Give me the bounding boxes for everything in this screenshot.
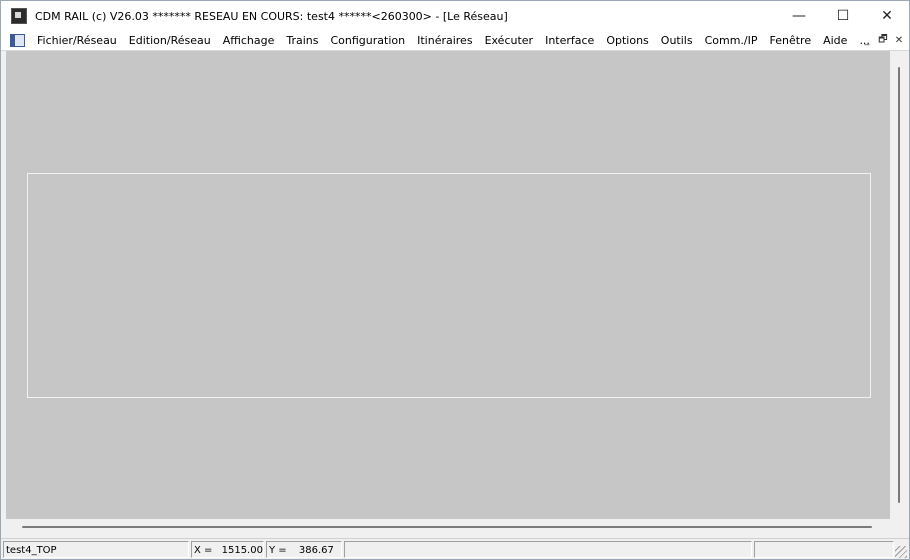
mdi-document-icon[interactable] (10, 34, 25, 47)
menu-interface[interactable]: Interface (539, 34, 600, 47)
caption-buttons: — ☐ ✕ (777, 1, 909, 31)
resize-grip-icon[interactable] (895, 546, 907, 558)
window-title: CDM RAIL (c) V26.03 ******* RESEAU EN CO… (35, 9, 508, 23)
menu-configuration[interactable]: Configuration (325, 34, 412, 47)
status-y-coordinate: Y = 386.67 (266, 541, 342, 558)
menu-options[interactable]: Options (600, 34, 654, 47)
vertical-scrollbar-thumb[interactable] (898, 67, 900, 503)
menu-bar: Fichier/Réseau Edition/Réseau Affichage … (1, 31, 909, 51)
main-window: CDM RAIL (c) V26.03 ******* RESEAU EN CO… (0, 0, 910, 560)
menu-trains[interactable]: Trains (280, 34, 324, 47)
status-y-value: 386.67 (298, 545, 334, 556)
menu-itineraires[interactable]: Itinéraires (411, 34, 478, 47)
mdi-close-button[interactable]: ✕ (891, 35, 907, 46)
menu-affichage[interactable]: Affichage (217, 34, 281, 47)
status-panel-empty-2 (754, 541, 894, 558)
horizontal-scrollbar[interactable] (6, 519, 909, 537)
status-x-coordinate: X = 1515.00 (191, 541, 264, 558)
menu-fenetre[interactable]: Fenêtre (764, 34, 818, 47)
menu-executer[interactable]: Exécuter (479, 34, 540, 47)
mdi-minimize-button[interactable]: _ (859, 35, 875, 46)
status-network-name: test4_TOP (3, 541, 189, 558)
vertical-scrollbar[interactable] (890, 51, 909, 519)
network-boundary-rectangle (27, 173, 871, 398)
status-y-label: Y = (269, 545, 287, 556)
menu-fichier-reseau[interactable]: Fichier/Réseau (31, 34, 123, 47)
network-canvas[interactable] (6, 51, 890, 519)
cdm-rail-icon[interactable] (11, 8, 27, 24)
menu-aide[interactable]: Aide (817, 34, 853, 47)
minimize-button[interactable]: — (777, 1, 821, 31)
maximize-button[interactable]: ☐ (821, 1, 865, 31)
menu-comm-ip[interactable]: Comm./IP (699, 34, 764, 47)
menu-outils[interactable]: Outils (655, 34, 699, 47)
status-x-value: 1515.00 (221, 545, 263, 556)
menu-edition-reseau[interactable]: Edition/Réseau (123, 34, 217, 47)
status-panel-empty (344, 541, 752, 558)
horizontal-scrollbar-thumb[interactable] (22, 526, 872, 528)
close-button[interactable]: ✕ (865, 1, 909, 31)
mdi-child-buttons: _ 🗗 ✕ (859, 31, 907, 50)
title-bar[interactable]: CDM RAIL (c) V26.03 ******* RESEAU EN CO… (1, 1, 909, 31)
mdi-restore-button[interactable]: 🗗 (875, 32, 891, 49)
status-bar: test4_TOP X = 1515.00 Y = 386.67 (1, 538, 909, 559)
status-x-label: X = (194, 545, 213, 556)
